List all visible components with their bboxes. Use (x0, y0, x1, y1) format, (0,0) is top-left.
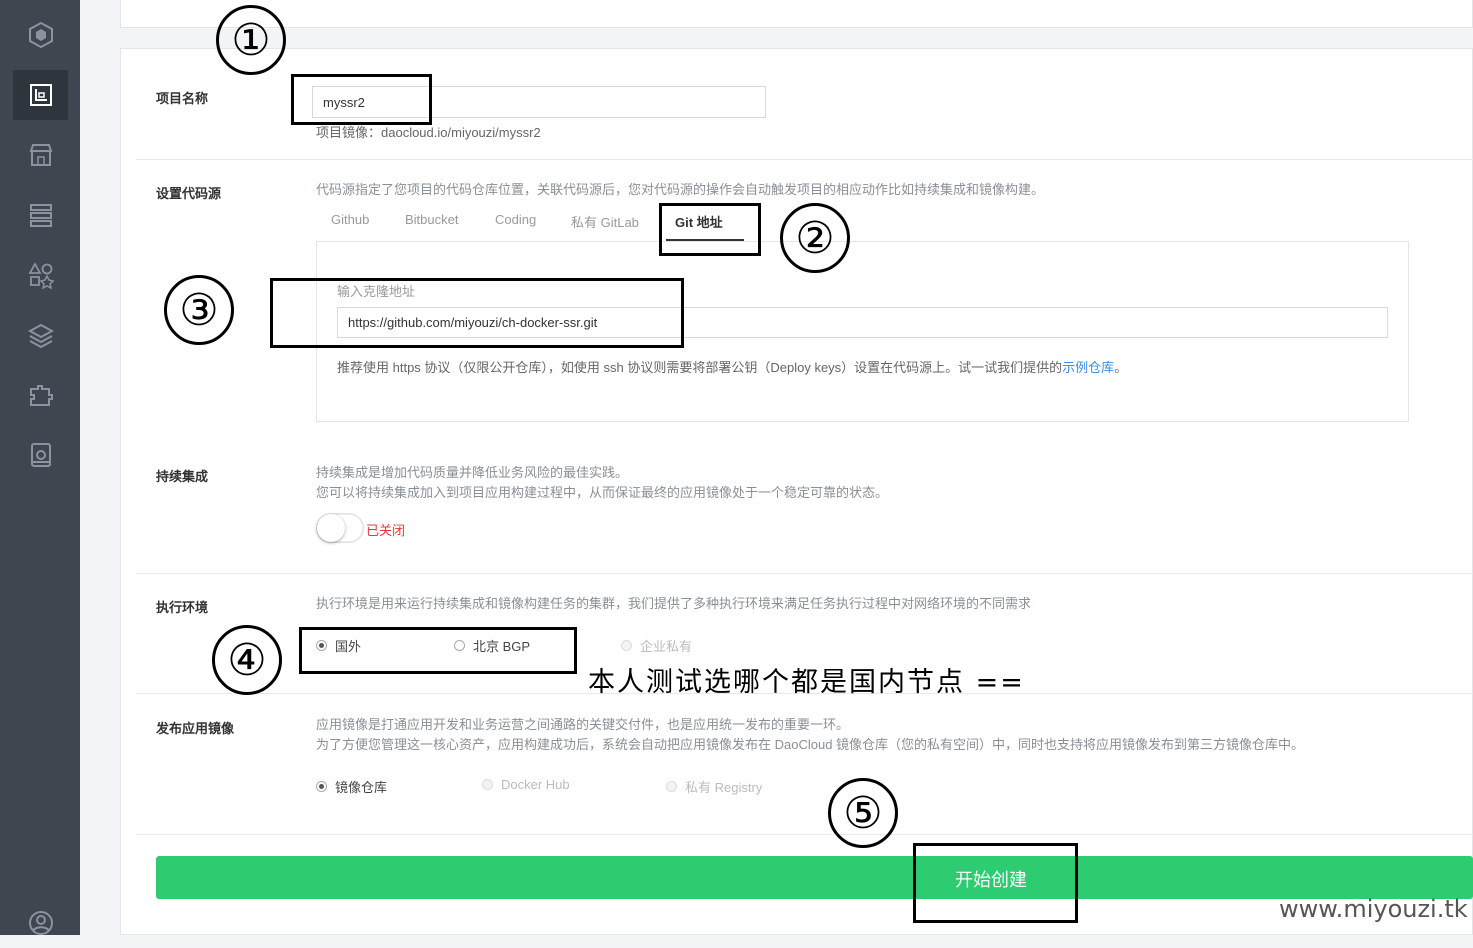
ci-description-2: 您可以将持续集成加入到项目应用构建过程中，从而保证最终的应用镜像处于一个稳定可靠… (316, 485, 889, 500)
annotation-box-2 (659, 203, 761, 256)
annotation-note: 本人测试选哪个都是国内节点 == (588, 667, 1025, 698)
runtime-option-enterprise: 企业私有 (621, 636, 692, 655)
annotation-box-4 (299, 627, 577, 674)
ci-toggle[interactable] (316, 513, 364, 543)
annotation-step-5: ⑤ (828, 778, 898, 848)
radio-disabled-icon (666, 781, 677, 792)
protocol-hint-text: 推荐使用 https 协议（仅限公开仓库），如使用 ssh 协议则需要将部署公钥… (337, 360, 1063, 375)
publish-description-1: 应用镜像是打通应用开发和业务运营之间通路的关键交付件，也是应用统一发布的重要一环… (316, 717, 850, 732)
logo-icon[interactable] (13, 10, 68, 60)
ci-label: 持续集成 (156, 469, 209, 484)
source-label: 设置代码源 (156, 186, 222, 201)
annotation-step-3: ③ (164, 275, 234, 345)
publish-option-daocloud-registry[interactable]: 镜像仓库 (316, 777, 387, 796)
source-description: 代码源指定了您项目的代码仓库位置，关联代码源后，您对代码源的操作会自动触发项目的… (316, 182, 1045, 197)
create-button[interactable] (156, 856, 1473, 899)
runtime-label: 执行环境 (156, 600, 209, 615)
annotation-box-1 (291, 74, 432, 125)
project-icon[interactable] (13, 70, 68, 120)
divider (136, 159, 1473, 160)
annotation-step-1: ① (216, 5, 286, 75)
tab-github[interactable]: Github (331, 212, 369, 227)
shapes-icon[interactable] (13, 250, 68, 300)
divider (136, 573, 1473, 574)
publish-option-docker-hub: Docker Hub (482, 777, 570, 792)
radio-disabled-icon (621, 640, 632, 651)
ci-description-1: 持续集成是增加代码质量并降低业务风险的最佳实践。 (316, 465, 629, 480)
layers-icon[interactable] (13, 310, 68, 360)
puzzle-icon[interactable] (13, 370, 68, 420)
divider (136, 834, 1473, 835)
example-repo-link[interactable]: 示例仓库 (1062, 360, 1114, 375)
radio-disabled-icon (482, 779, 493, 790)
annotation-step-2: ② (780, 203, 850, 273)
top-card (120, 0, 1473, 28)
annotation-box-3 (270, 278, 684, 348)
sidebar (0, 0, 80, 935)
annotation-step-4: ④ (212, 625, 282, 695)
publish-label: 发布应用镜像 (156, 721, 235, 736)
tab-private-gitlab[interactable]: 私有 GitLab (571, 212, 639, 231)
annotation-box-5 (913, 843, 1078, 923)
user-icon[interactable] (13, 898, 68, 948)
tab-bitbucket[interactable]: Bitbucket (405, 212, 458, 227)
publish-option-private-registry: 私有 Registry (666, 777, 762, 796)
store-icon[interactable] (13, 130, 68, 180)
protocol-hint: 推荐使用 https 协议（仅限公开仓库），如使用 ssh 协议则需要将部署公钥… (337, 357, 1127, 376)
publish-description-2: 为了方便您管理这一核心资产，应用构建成功后，系统会自动把应用镜像发布在 DaoC… (316, 737, 1305, 752)
server-icon[interactable] (13, 190, 68, 240)
project-name-label: 项目名称 (156, 91, 209, 106)
toggle-knob (317, 514, 345, 542)
radio-selected-icon (316, 781, 327, 792)
ci-toggle-state: 已关闭 (366, 523, 406, 538)
runtime-description: 执行环境是用来运行持续集成和镜像构建任务的集群，我们提供了多种执行环境来满足任务… (316, 596, 1032, 611)
watermark: www.miyouzi.tk (1279, 895, 1468, 923)
storage-icon[interactable] (13, 430, 68, 480)
tab-coding[interactable]: Coding (495, 212, 536, 227)
protocol-hint-end: 。 (1114, 360, 1128, 375)
